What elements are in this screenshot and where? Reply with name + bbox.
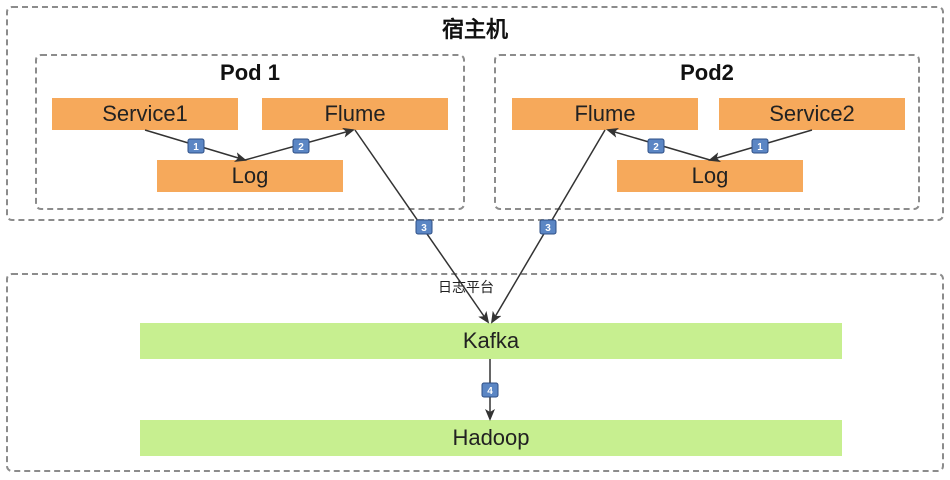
svg-text:2: 2 [653,142,659,153]
svg-text:1: 1 [757,142,763,153]
flow-arrows: 1 2 3 2 1 3 4 [144,127,813,421]
svg-text:3: 3 [421,223,427,234]
pod2-step3-badge: 3 [539,219,557,235]
pod1-step2-badge: 2 [292,138,310,154]
pod2-step1-badge: 1 [751,138,769,154]
pod1-step1-badge: 1 [187,138,205,154]
svg-text:4: 4 [487,386,493,397]
step4-badge: 4 [481,382,499,398]
svg-text:2: 2 [298,142,304,153]
svg-text:1: 1 [193,142,199,153]
svg-text:3: 3 [545,223,551,234]
pod2-step2-badge: 2 [647,138,665,154]
pod1-step3-badge: 3 [415,219,433,235]
